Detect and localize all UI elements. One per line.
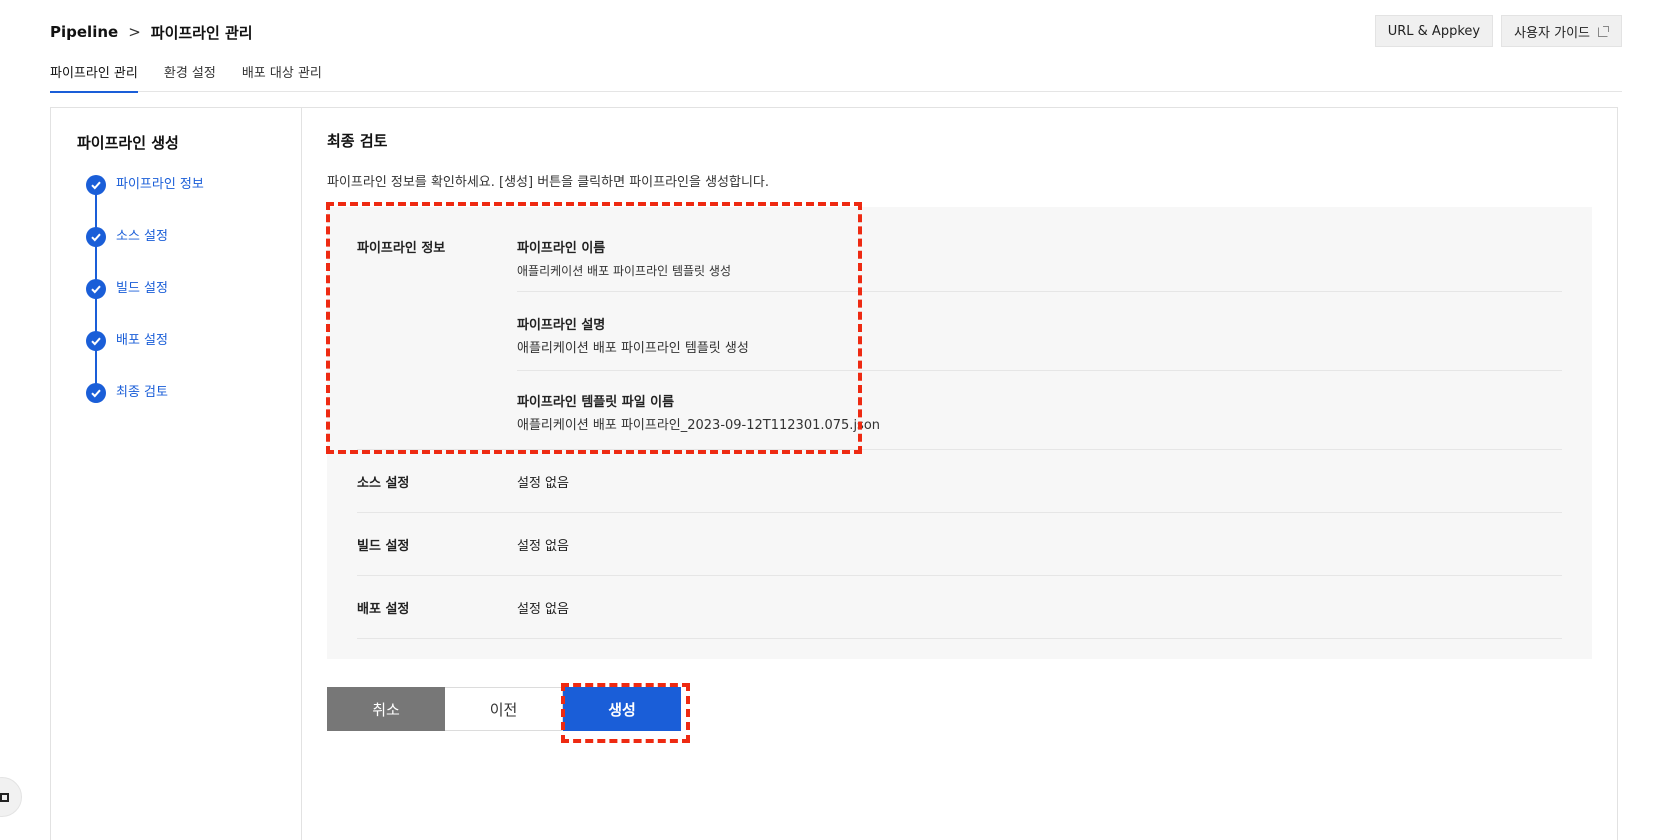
field-label: 파이프라인 템플릿 파일 이름 <box>517 395 675 410</box>
square-icon <box>0 793 9 802</box>
wizard-steps: 파이프라인 정보 소스 설정 빌드 설정 배포 설정 최종 검토 <box>86 175 301 435</box>
deploy-settings-value: 설정 없음 <box>517 601 569 617</box>
wizard-step-label[interactable]: 배포 설정 <box>116 331 168 351</box>
pipeline-info-row: 파이프라인 정보 파이프라인 이름 애플리케이션 배포 파이프라인 템플릿 생성… <box>357 207 1562 450</box>
previous-button[interactable]: 이전 <box>445 687 563 731</box>
build-settings-value: 설정 없음 <box>517 538 569 554</box>
create-button[interactable]: 생성 <box>561 683 690 743</box>
source-settings-value: 설정 없음 <box>517 475 569 491</box>
wizard-step-deploy[interactable]: 배포 설정 <box>86 331 301 383</box>
wizard-actions: 취소 이전 생성 <box>327 683 1592 743</box>
wizard-nav: 파이프라인 생성 파이프라인 정보 소스 설정 빌드 설정 배포 설정 최종 검… <box>51 108 302 840</box>
source-settings-label: 소스 설정 <box>357 475 410 491</box>
wizard-title: 파이프라인 생성 <box>77 134 179 152</box>
wizard-step-final-review[interactable]: 최종 검토 <box>86 383 301 435</box>
wizard-step-label[interactable]: 파이프라인 정보 <box>116 175 204 195</box>
field-value: 애플리케이션 배포 파이프라인_2023-09-12T112301.075.js… <box>517 418 881 433</box>
user-guide-label: 사용자 가이드 <box>1514 25 1590 41</box>
build-settings-label: 빌드 설정 <box>357 538 410 554</box>
page: Pipeline > 파이프라인 관리 URL & Appkey 사용자 가이드… <box>0 0 1656 840</box>
wizard-step-source[interactable]: 소스 설정 <box>86 227 301 279</box>
check-icon <box>86 175 106 195</box>
field-value: 애플리케이션 배포 파이프라인 템플릿 생성 <box>517 341 749 356</box>
pipeline-description-field: 파이프라인 설명 애플리케이션 배포 파이프라인 템플릿 생성 <box>517 292 1562 371</box>
pipeline-info-label: 파이프라인 정보 <box>357 241 446 256</box>
check-icon <box>86 279 106 299</box>
pipeline-info-fields: 파이프라인 이름 애플리케이션 배포 파이프라인 템플릿 생성 파이프라인 설명… <box>517 237 1562 449</box>
user-guide-button[interactable]: 사용자 가이드 <box>1501 15 1622 47</box>
review-content: 최종 검토 파이프라인 정보를 확인하세요. [생성] 버튼을 클릭하면 파이프… <box>302 108 1617 840</box>
cancel-button[interactable]: 취소 <box>327 687 445 731</box>
pipeline-name-field: 파이프라인 이름 애플리케이션 배포 파이프라인 템플릿 생성 <box>517 237 1562 292</box>
tab-environment-settings[interactable]: 환경 설정 <box>164 56 216 92</box>
wizard-step-label[interactable]: 빌드 설정 <box>116 279 168 299</box>
pipeline-template-filename-field: 파이프라인 템플릿 파일 이름 애플리케이션 배포 파이프라인_2023-09-… <box>517 371 1562 449</box>
wizard-step-label[interactable]: 최종 검토 <box>116 383 168 403</box>
section-title: 최종 검토 <box>327 132 388 150</box>
breadcrumb-root[interactable]: Pipeline <box>50 23 118 41</box>
header-actions: URL & Appkey 사용자 가이드 <box>1374 15 1622 47</box>
deploy-settings-label: 배포 설정 <box>357 601 410 617</box>
main-panel: 파이프라인 생성 파이프라인 정보 소스 설정 빌드 설정 배포 설정 최종 검… <box>50 107 1618 840</box>
check-icon <box>86 383 106 403</box>
field-value: 애플리케이션 배포 파이프라인 템플릿 생성 <box>517 264 731 278</box>
source-settings-row: 소스 설정 설정 없음 <box>357 450 1562 513</box>
url-appkey-button[interactable]: URL & Appkey <box>1374 15 1494 47</box>
url-appkey-label: URL & Appkey <box>1387 23 1481 39</box>
external-link-icon <box>1598 25 1609 37</box>
breadcrumb: Pipeline > 파이프라인 관리 <box>50 20 253 44</box>
tab-pipeline-management[interactable]: 파이프라인 관리 <box>50 56 138 93</box>
field-label: 파이프라인 설명 <box>517 318 606 333</box>
build-settings-row: 빌드 설정 설정 없음 <box>357 513 1562 576</box>
breadcrumb-current: 파이프라인 관리 <box>150 23 253 42</box>
breadcrumb-separator-icon: > <box>128 23 141 41</box>
check-icon <box>86 331 106 351</box>
wizard-step-label[interactable]: 소스 설정 <box>116 227 168 247</box>
deploy-settings-row: 배포 설정 설정 없음 <box>357 576 1562 639</box>
wizard-step-build[interactable]: 빌드 설정 <box>86 279 301 331</box>
field-label: 파이프라인 이름 <box>517 241 606 256</box>
tab-bar: 파이프라인 관리 환경 설정 배포 대상 관리 <box>50 56 1622 93</box>
review-description: 파이프라인 정보를 확인하세요. [생성] 버튼을 클릭하면 파이프라인을 생성… <box>327 175 770 190</box>
check-icon <box>86 227 106 247</box>
review-summary: 파이프라인 정보 파이프라인 이름 애플리케이션 배포 파이프라인 템플릿 생성… <box>326 202 1592 659</box>
tab-deploy-target-management[interactable]: 배포 대상 관리 <box>242 56 322 92</box>
wizard-step-pipeline-info[interactable]: 파이프라인 정보 <box>86 175 301 227</box>
floating-widget-button[interactable] <box>0 777 22 817</box>
